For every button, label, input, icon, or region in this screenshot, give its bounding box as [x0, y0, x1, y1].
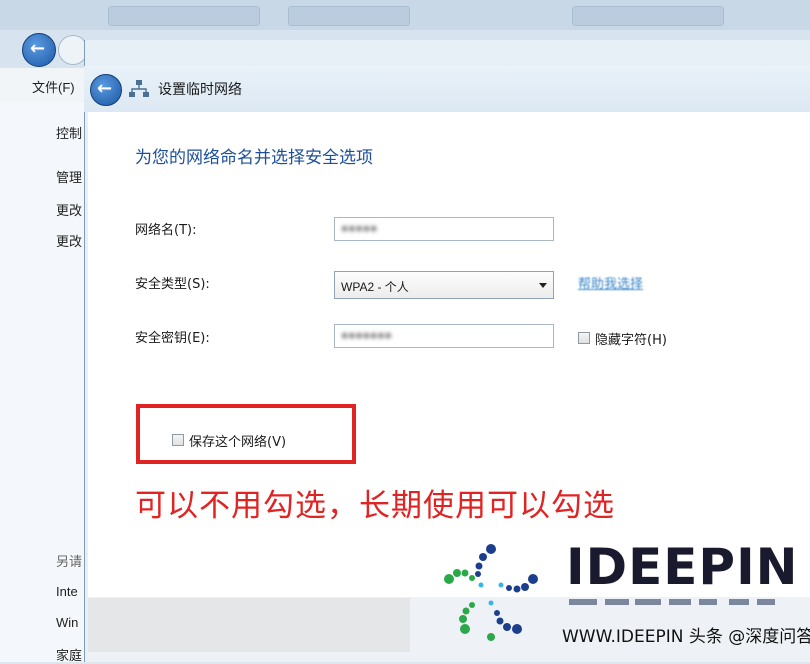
left-panel-item[interactable]: Inte	[56, 584, 86, 599]
hide-characters-checkbox[interactable]	[578, 332, 590, 344]
watermark-brand: IDEEPIN	[566, 538, 799, 596]
save-network-checkbox[interactable]	[172, 434, 184, 446]
hide-characters-label: 隐藏字符(H)	[595, 333, 667, 348]
background-left-panel	[0, 102, 88, 662]
network-name-value: ●●●●●	[341, 221, 378, 235]
watermark-url: WWW.IDEEPIN 头条 @深度问答	[562, 627, 810, 647]
arrow-left-icon: ←	[97, 78, 113, 99]
arrow-left-icon: ←	[30, 38, 46, 59]
left-panel-item: 另请	[56, 554, 83, 569]
page-heading: 为您的网络命名并选择安全选项	[135, 148, 373, 168]
security-key-value: ●●●●●●●	[341, 328, 392, 342]
ideepin-logo-icon	[444, 544, 538, 641]
security-key-input[interactable]: ●●●●●●●	[334, 324, 554, 348]
wizard-back-button[interactable]: ←	[90, 74, 122, 106]
left-panel-item[interactable]: 管理	[56, 167, 86, 186]
wizard-title: 设置临时网络	[158, 82, 242, 98]
left-panel-item[interactable]: 更改	[56, 231, 86, 250]
background-tab	[108, 6, 260, 26]
save-network-label: 保存这个网络(V)	[189, 435, 287, 450]
help-choose-link[interactable]: 帮助我选择	[578, 273, 643, 292]
left-panel-item[interactable]: 更改	[56, 200, 86, 219]
footer-panel	[88, 598, 410, 652]
security-key-label: 安全密钥(E):	[135, 331, 210, 346]
security-type-value: WPA2 - 个人	[341, 280, 409, 294]
left-panel-item[interactable]: Win	[56, 615, 86, 630]
security-type-label: 安全类型(S):	[135, 277, 210, 292]
security-type-select[interactable]: WPA2 - 个人	[334, 271, 554, 299]
menu-file[interactable]: 文件(F)	[32, 77, 75, 96]
chevron-down-icon	[539, 283, 547, 288]
background-tab	[288, 6, 410, 26]
network-name-input[interactable]: ●●●●●	[334, 217, 554, 241]
annotation-text: 可以不用勾选，长期使用可以勾选	[135, 488, 615, 524]
background-back-button[interactable]: ←	[22, 33, 56, 67]
watermark-subtitle-glyphs	[569, 599, 775, 605]
network-icon	[129, 80, 149, 97]
left-panel-item[interactable]: 控制	[56, 123, 86, 142]
network-name-label: 网络名(T):	[135, 223, 197, 238]
background-tab	[572, 6, 724, 26]
left-panel-item[interactable]: 家庭	[56, 645, 86, 664]
